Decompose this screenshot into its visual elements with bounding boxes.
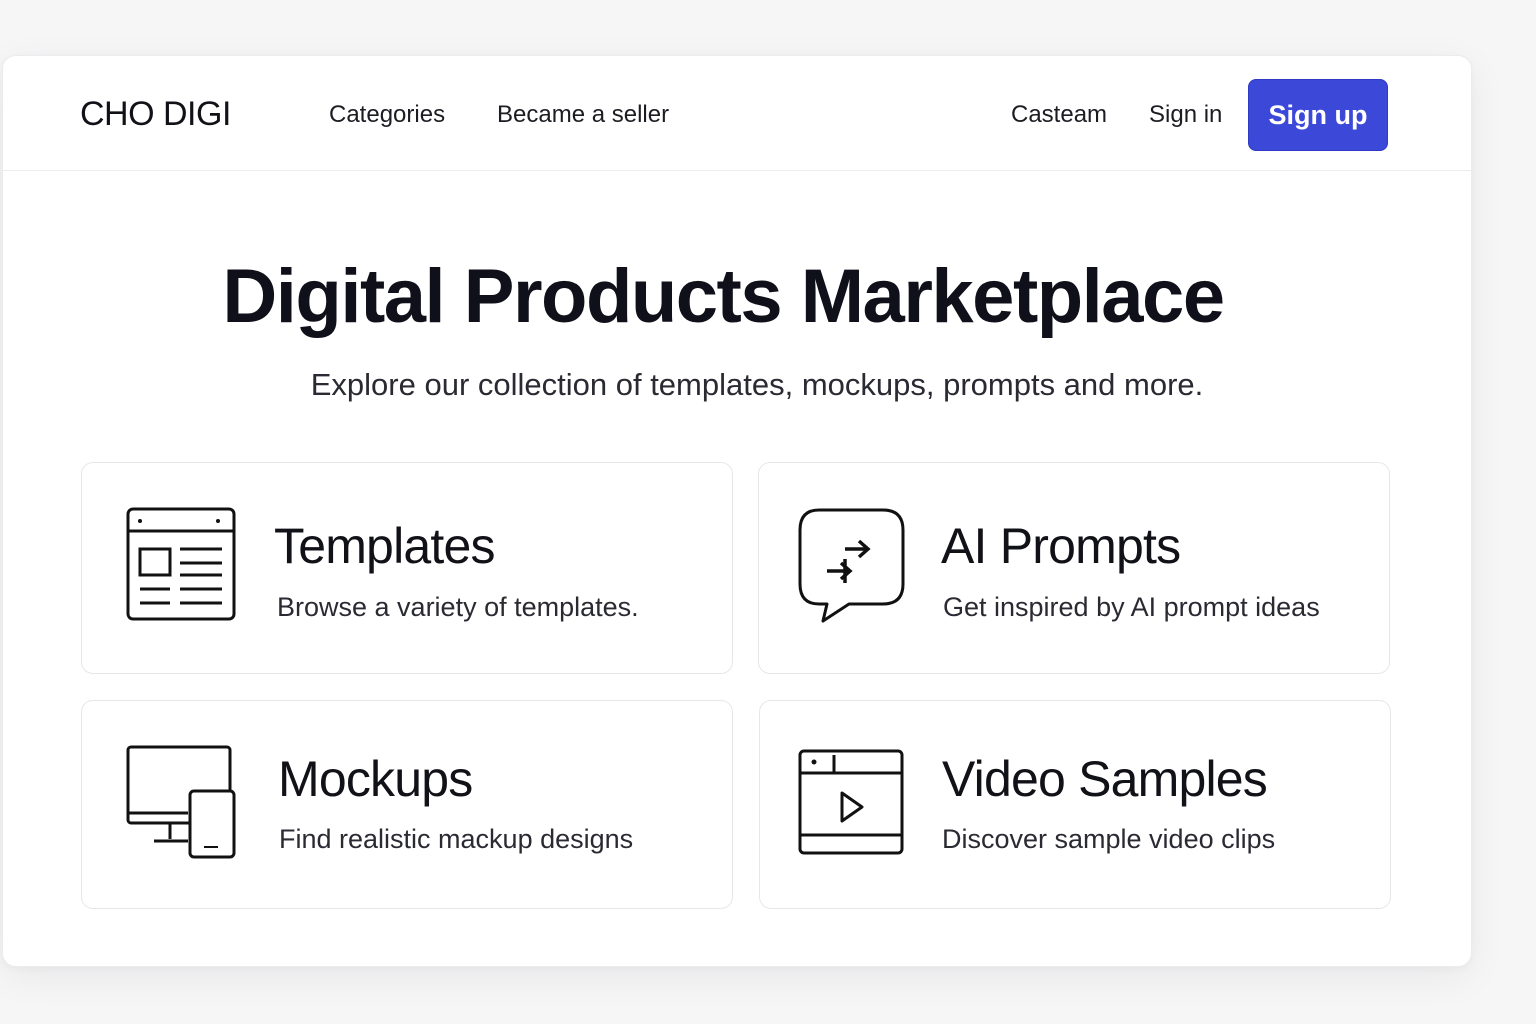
card-description: Get inspired by AI prompt ideas	[943, 592, 1320, 622]
card-title: Mockups	[278, 751, 473, 807]
app-window: CHO DIGI Categories Became a seller Cast…	[2, 55, 1472, 967]
card-description: Find realistic mackup designs	[279, 824, 634, 854]
category-card-mockups[interactable]: Mockups Find realistic mackup designs	[81, 700, 733, 909]
page-title: Digital Products Marketplace	[222, 254, 1225, 339]
category-card-ai-prompts[interactable]: AI Prompts Get inspired by AI prompt ide…	[758, 462, 1390, 674]
top-navbar: CHO DIGI Categories Became a seller Cast…	[3, 56, 1471, 171]
card-title: AI Prompts	[941, 518, 1181, 574]
card-title: Templates	[274, 518, 495, 574]
brand-logo[interactable]: CHO DIGI	[80, 94, 231, 134]
card-description: Discover sample video clips	[942, 824, 1276, 854]
nav-link-become-seller[interactable]: Became a seller	[497, 100, 669, 130]
category-card-video-samples[interactable]: Video Samples Discover sample video clip…	[759, 700, 1391, 909]
category-card-templates[interactable]: Templates Browse a variety of templates.	[81, 462, 733, 674]
template-icon	[126, 507, 236, 621]
devices-icon	[126, 745, 236, 859]
page-subtitle: Explore our collection of templates, moc…	[310, 367, 1204, 402]
nav-link-casteam[interactable]: Casteam	[1011, 100, 1107, 130]
nav-link-categories[interactable]: Categories	[329, 100, 445, 130]
chat-arrows-icon	[798, 508, 905, 623]
card-title: Video Samples	[942, 751, 1268, 807]
card-description: Browse a variety of templates.	[277, 592, 639, 622]
sign-in-link[interactable]: Sign in	[1149, 100, 1222, 130]
video-player-icon	[798, 749, 904, 855]
sign-up-button[interactable]: Sign up	[1248, 79, 1388, 151]
